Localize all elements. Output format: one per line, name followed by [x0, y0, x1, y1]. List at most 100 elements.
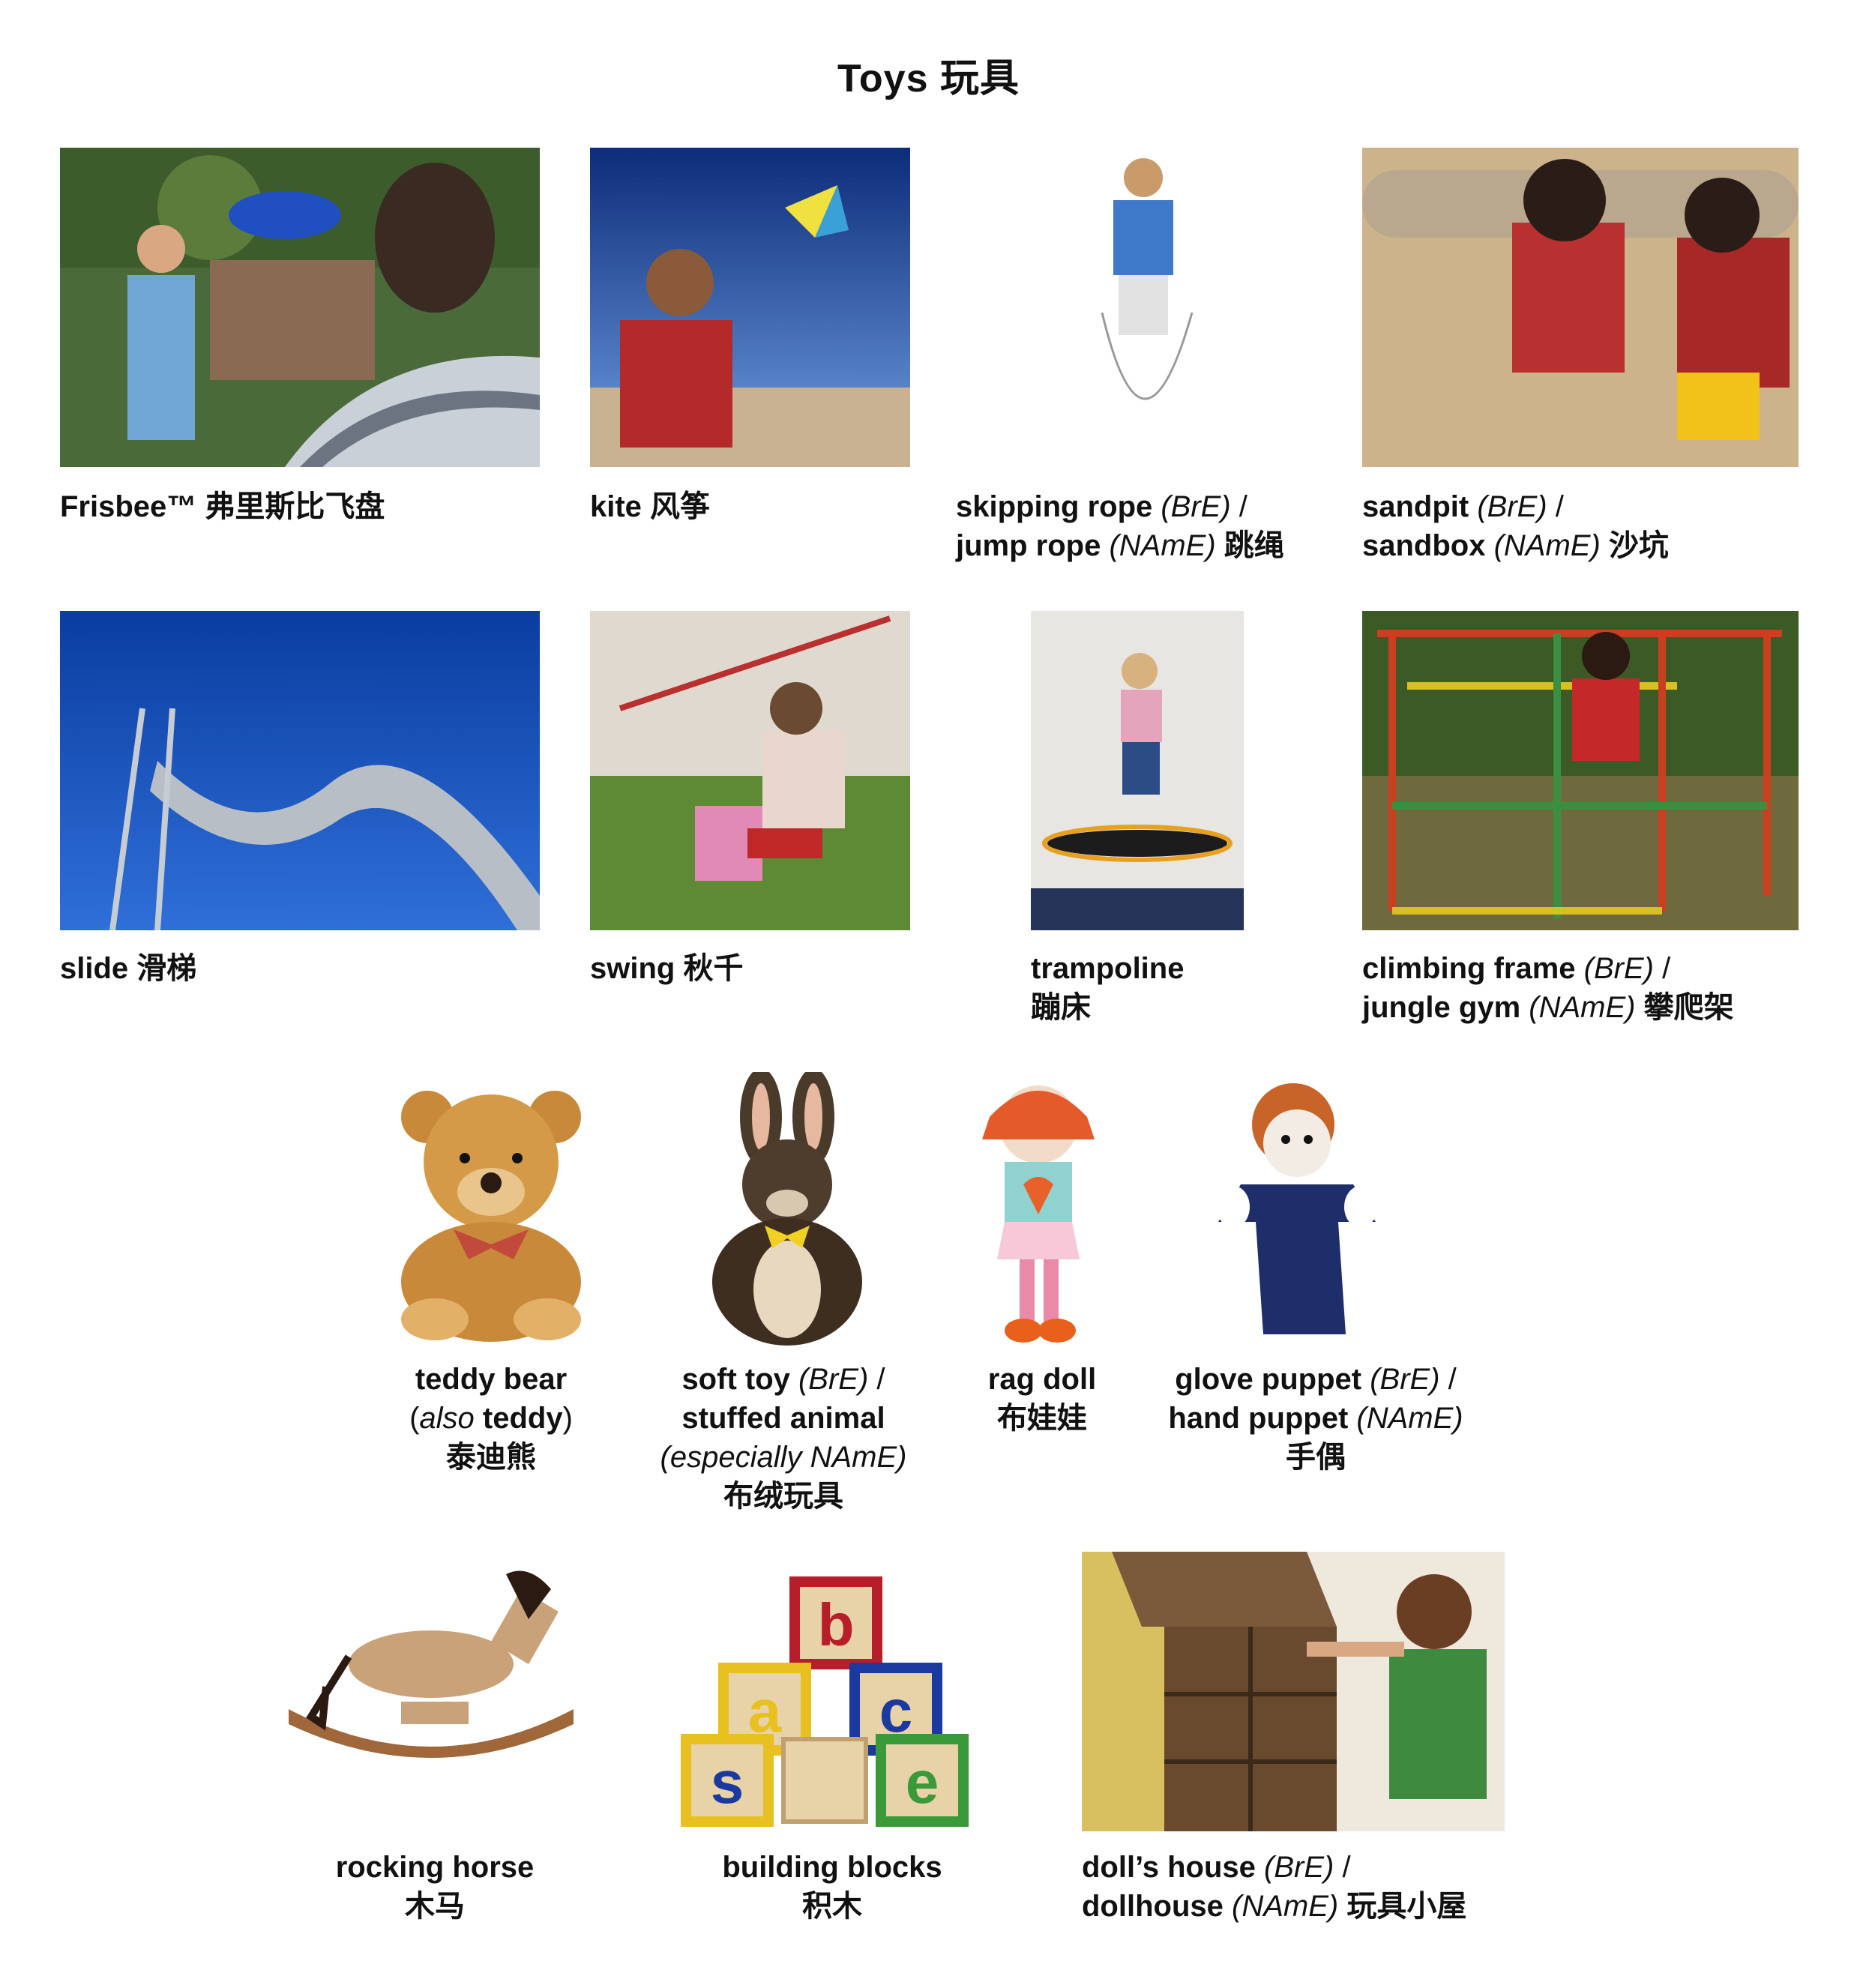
- caption-text: 跳绳: [1215, 529, 1284, 562]
- caption-text: climbing frame: [1362, 952, 1584, 985]
- caption-variant-label: (NAmE): [1232, 1890, 1339, 1923]
- caption-line: teddy bear: [330, 1360, 652, 1399]
- caption-text: 攀爬架: [1635, 991, 1734, 1024]
- caption-kite: kite 风筝: [590, 487, 710, 526]
- caption-text: skipping rope: [956, 490, 1161, 523]
- caption-variant-label: (BrE): [1161, 490, 1231, 523]
- caption-line: jump rope (NAmE) 跳绳: [956, 526, 1284, 565]
- block-letter-s: s: [711, 1749, 744, 1816]
- caption-text: 沙坑: [1600, 529, 1669, 562]
- caption-text: jump rope: [956, 529, 1110, 562]
- caption-text: sandbox: [1362, 529, 1494, 562]
- dolls-house-photo: [1082, 1552, 1505, 1831]
- swing-photo: [590, 611, 910, 930]
- soft-toy-photo: [690, 1072, 877, 1349]
- caption-variant-label: (NAmE): [1356, 1402, 1463, 1435]
- caption-text: doll’s house: [1082, 1851, 1264, 1884]
- caption-variant-label: (NAmE): [1493, 529, 1601, 562]
- caption-dolls-house: doll’s house (BrE) / dollhouse (NAmE) 玩具小…: [1082, 1848, 1466, 1926]
- rag-doll-photo: [960, 1072, 1117, 1346]
- caption-glove-puppet: glove puppet (BrE) / hand puppet (NAmE) 手偶: [1151, 1360, 1481, 1477]
- caption-line: (also teddy): [330, 1399, 652, 1438]
- caption-line: glove puppet (BrE) /: [1151, 1360, 1481, 1399]
- kite-photo: [590, 148, 910, 467]
- caption-variant-label: (NAmE): [1109, 529, 1216, 562]
- caption-text: teddy bear: [415, 1363, 568, 1396]
- caption-line: Frisbee™ 弗里斯比飞盘: [60, 487, 385, 526]
- caption-line: skipping rope (BrE) /: [956, 487, 1284, 526]
- caption-line: swing 秋千: [590, 949, 743, 988]
- caption-text: 木马: [405, 1890, 465, 1923]
- caption-line: soft toy (BrE) /: [630, 1360, 937, 1399]
- caption-line: jungle gym (NAmE) 攀爬架: [1362, 988, 1734, 1027]
- caption-text: (: [409, 1402, 420, 1435]
- caption-line: doll’s house (BrE) /: [1082, 1848, 1466, 1887]
- caption-variant-label: (BrE): [1583, 952, 1654, 985]
- caption-line: 木马: [285, 1887, 585, 1926]
- rocking-horse-photo: [281, 1567, 581, 1784]
- caption-line: rag doll: [937, 1360, 1147, 1399]
- caption-line: sandpit (BrE) /: [1362, 487, 1669, 526]
- caption-text: rocking horse: [335, 1851, 535, 1884]
- caption-slide: slide 滑梯: [60, 949, 196, 988]
- caption-text: /: [1334, 1851, 1351, 1884]
- caption-text: /: [1230, 490, 1247, 523]
- caption-text: hand puppet: [1168, 1402, 1357, 1435]
- caption-text: 泰迪熊: [446, 1441, 536, 1474]
- caption-variant-label: also: [419, 1402, 475, 1435]
- caption-text: ): [562, 1402, 573, 1435]
- caption-line: kite 风筝: [590, 487, 710, 526]
- caption-line: 积木: [678, 1887, 986, 1926]
- page-title: Toys 玩具: [837, 57, 1020, 100]
- caption-text: sandpit: [1362, 490, 1478, 523]
- caption-climbing-frame: climbing frame (BrE) / jungle gym (NAmE) …: [1362, 949, 1734, 1027]
- caption-line: 手偶: [1151, 1438, 1481, 1477]
- skipping-rope-photo: [1072, 148, 1215, 470]
- caption-text: kite 风筝: [590, 490, 711, 523]
- caption-sandpit: sandpit (BrE) / sandbox (NAmE) 沙坑: [1362, 487, 1669, 565]
- caption-line: trampoline: [1031, 949, 1184, 988]
- caption-line: 布绒玩具: [630, 1477, 937, 1516]
- caption-text: /: [1653, 952, 1671, 985]
- caption-text: 布绒玩具: [723, 1480, 843, 1513]
- caption-text: glove puppet: [1175, 1363, 1370, 1396]
- caption-variant-label: (especially NAmE): [660, 1441, 907, 1474]
- caption-line: dollhouse (NAmE) 玩具小屋: [1082, 1887, 1466, 1926]
- caption-line: 蹦床: [1031, 988, 1184, 1027]
- caption-frisbee: Frisbee™ 弗里斯比飞盘: [60, 487, 385, 526]
- caption-teddy-bear: teddy bear (also teddy) 泰迪熊: [330, 1360, 652, 1477]
- caption-text: 积木: [802, 1890, 862, 1923]
- caption-soft-toy: soft toy (BrE) / stuffed animal (especiall…: [630, 1360, 937, 1516]
- caption-text: 布娃娃: [997, 1402, 1087, 1435]
- caption-line: (especially NAmE): [630, 1438, 937, 1477]
- caption-building-blocks: building blocks 积木: [678, 1848, 986, 1926]
- caption-text: jungle gym: [1362, 991, 1529, 1024]
- block-letter-b: b: [818, 1591, 855, 1658]
- caption-text: building blocks: [722, 1851, 942, 1884]
- caption-line: 布娃娃: [937, 1399, 1147, 1438]
- caption-swing: swing 秋千: [590, 949, 743, 988]
- caption-line: rocking horse: [285, 1848, 585, 1887]
- caption-text: /: [1439, 1363, 1457, 1396]
- caption-variant-label: (BrE): [798, 1363, 869, 1396]
- caption-line: building blocks: [678, 1848, 986, 1887]
- caption-text: swing 秋千: [590, 952, 744, 985]
- caption-text: teddy: [474, 1402, 563, 1435]
- caption-text: Frisbee™ 弗里斯比飞盘: [60, 490, 385, 523]
- caption-text: rag doll: [987, 1363, 1097, 1396]
- caption-text: soft toy: [681, 1363, 798, 1396]
- caption-text: /: [1547, 490, 1564, 523]
- frisbee-photo: [60, 148, 540, 467]
- block-letter-e: e: [906, 1749, 939, 1816]
- block-letter-a: a: [748, 1678, 782, 1744]
- caption-variant-label: (BrE): [1370, 1363, 1440, 1396]
- caption-text: trampoline: [1031, 952, 1185, 985]
- caption-line: 泰迪熊: [330, 1438, 652, 1477]
- block-letter-c: c: [879, 1678, 913, 1744]
- caption-variant-label: (NAmE): [1529, 991, 1636, 1024]
- caption-text: dollhouse: [1082, 1890, 1232, 1923]
- glove-puppet-photo: [1203, 1072, 1398, 1346]
- caption-line: stuffed animal: [630, 1399, 937, 1438]
- caption-line: slide 滑梯: [60, 949, 196, 988]
- caption-variant-label: (BrE): [1477, 490, 1547, 523]
